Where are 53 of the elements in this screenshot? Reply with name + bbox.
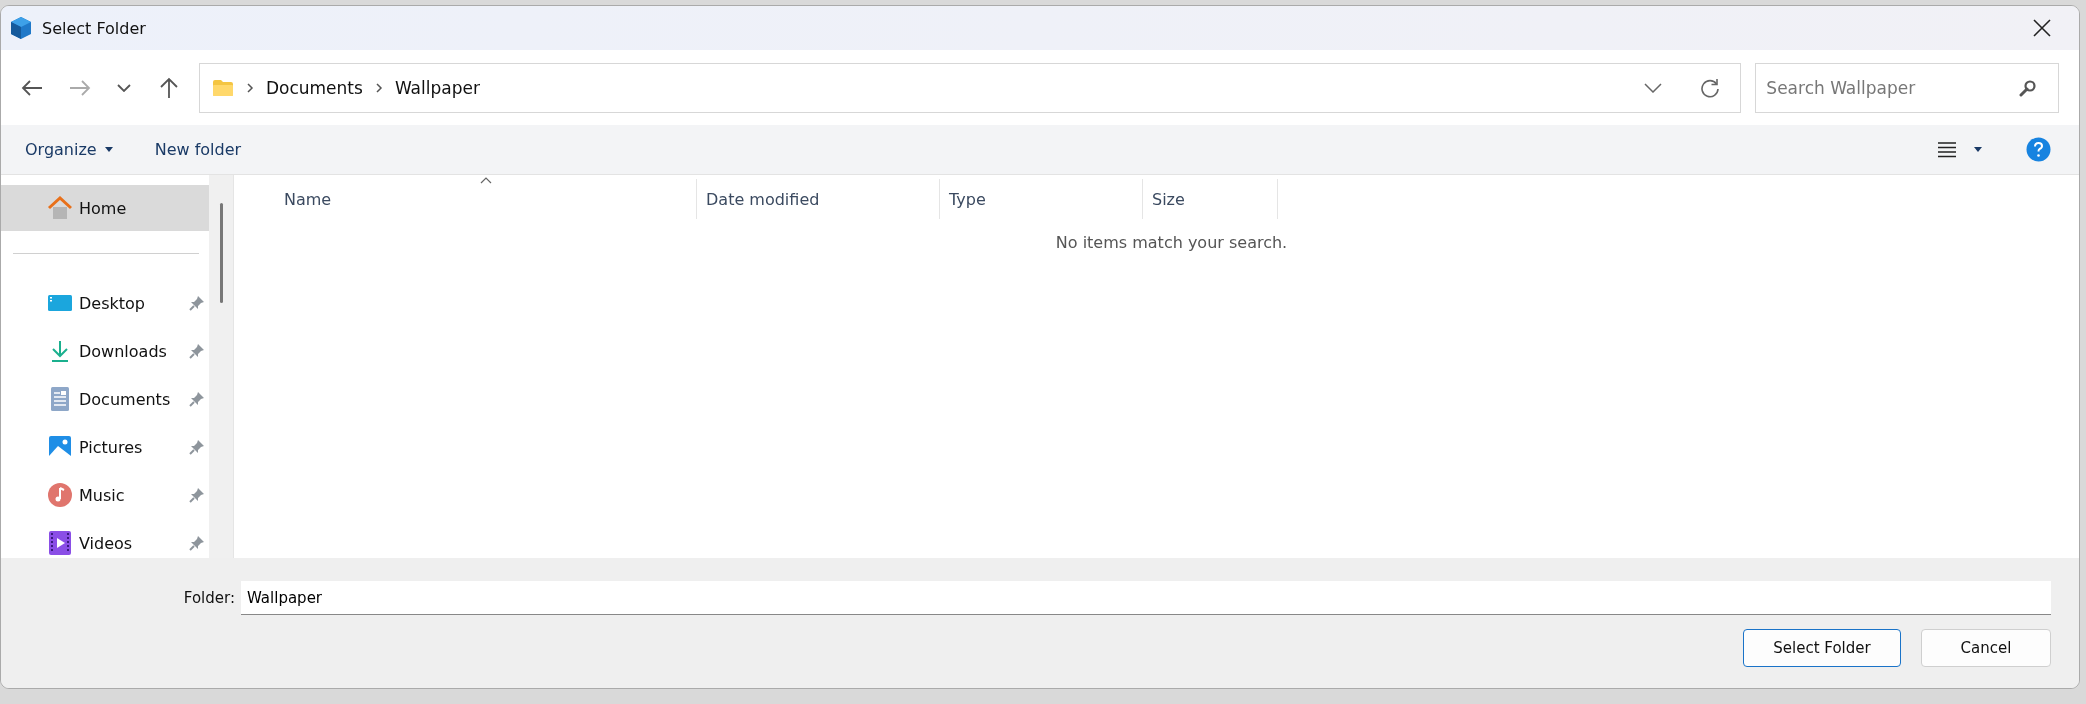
sidebar-item[interactable]: Documents bbox=[1, 376, 209, 422]
scrollbar-thumb[interactable] bbox=[219, 203, 223, 303]
chevron-down-icon[interactable] bbox=[116, 83, 131, 92]
new-folder-button[interactable]: New folder bbox=[142, 136, 254, 163]
sort-caret-icon bbox=[480, 177, 492, 184]
breadcrumb[interactable]: Documents bbox=[265, 77, 363, 98]
column-header[interactable]: Date modified bbox=[697, 179, 940, 219]
caret-icon[interactable] bbox=[104, 147, 113, 152]
select-folder-button[interactable]: Select Folder bbox=[1743, 629, 1901, 667]
empty-message: No items match your search. bbox=[1055, 233, 1288, 252]
sidebar-item[interactable]: Downloads bbox=[1, 328, 209, 374]
close-icon[interactable] bbox=[2033, 19, 2051, 37]
sidebar-item[interactable]: Videos bbox=[1, 520, 209, 566]
document-icon bbox=[51, 387, 69, 411]
cube-icon bbox=[10, 16, 32, 40]
sidebar-item[interactable]: Home bbox=[1, 185, 209, 231]
pin-icon[interactable] bbox=[189, 439, 205, 455]
folder-field[interactable]: Wallpaper bbox=[241, 581, 2051, 615]
list-view-icon[interactable] bbox=[1938, 141, 1956, 158]
pin-icon[interactable] bbox=[189, 295, 205, 311]
organize-menu[interactable]: Organize bbox=[13, 136, 125, 163]
pin-icon[interactable] bbox=[189, 343, 205, 359]
folder-icon bbox=[211, 78, 234, 97]
help-icon[interactable] bbox=[2026, 137, 2051, 162]
column-header[interactable]: Size bbox=[1143, 179, 1278, 219]
search-icon[interactable] bbox=[2019, 78, 2037, 97]
monitor-icon bbox=[48, 294, 72, 312]
column-header[interactable]: Type bbox=[940, 179, 1143, 219]
column-header[interactable]: Name bbox=[234, 179, 697, 219]
music-note-icon bbox=[48, 483, 72, 507]
chevron-down-icon[interactable] bbox=[1644, 82, 1663, 93]
up-arrow-icon[interactable] bbox=[158, 76, 179, 99]
back-arrow-icon[interactable] bbox=[21, 78, 43, 97]
sidebar-item[interactable]: Desktop bbox=[1, 280, 209, 326]
refresh-icon[interactable] bbox=[1700, 77, 1721, 98]
download-icon bbox=[50, 340, 70, 362]
window-title: Select Folder bbox=[42, 18, 147, 38]
image-icon bbox=[49, 436, 71, 458]
chevron-right-icon bbox=[374, 81, 383, 94]
breadcrumb[interactable]: Wallpaper bbox=[394, 77, 480, 98]
house-icon bbox=[47, 196, 73, 220]
pin-icon[interactable] bbox=[189, 391, 205, 407]
cancel-button[interactable]: Cancel bbox=[1921, 629, 2051, 667]
film-icon bbox=[49, 531, 71, 555]
search-field[interactable]: Search Wallpaper bbox=[1755, 62, 2059, 113]
pin-icon[interactable] bbox=[189, 535, 205, 551]
sidebar-item[interactable]: Pictures bbox=[1, 424, 209, 470]
folder-label: Folder: bbox=[183, 589, 235, 607]
pin-icon[interactable] bbox=[189, 487, 205, 503]
sidebar-item[interactable]: Music bbox=[1, 472, 209, 518]
caret-icon[interactable] bbox=[1974, 147, 1982, 152]
address-bar[interactable]: Documents Wallpaper bbox=[198, 62, 1742, 113]
chevron-right-icon bbox=[245, 81, 254, 94]
